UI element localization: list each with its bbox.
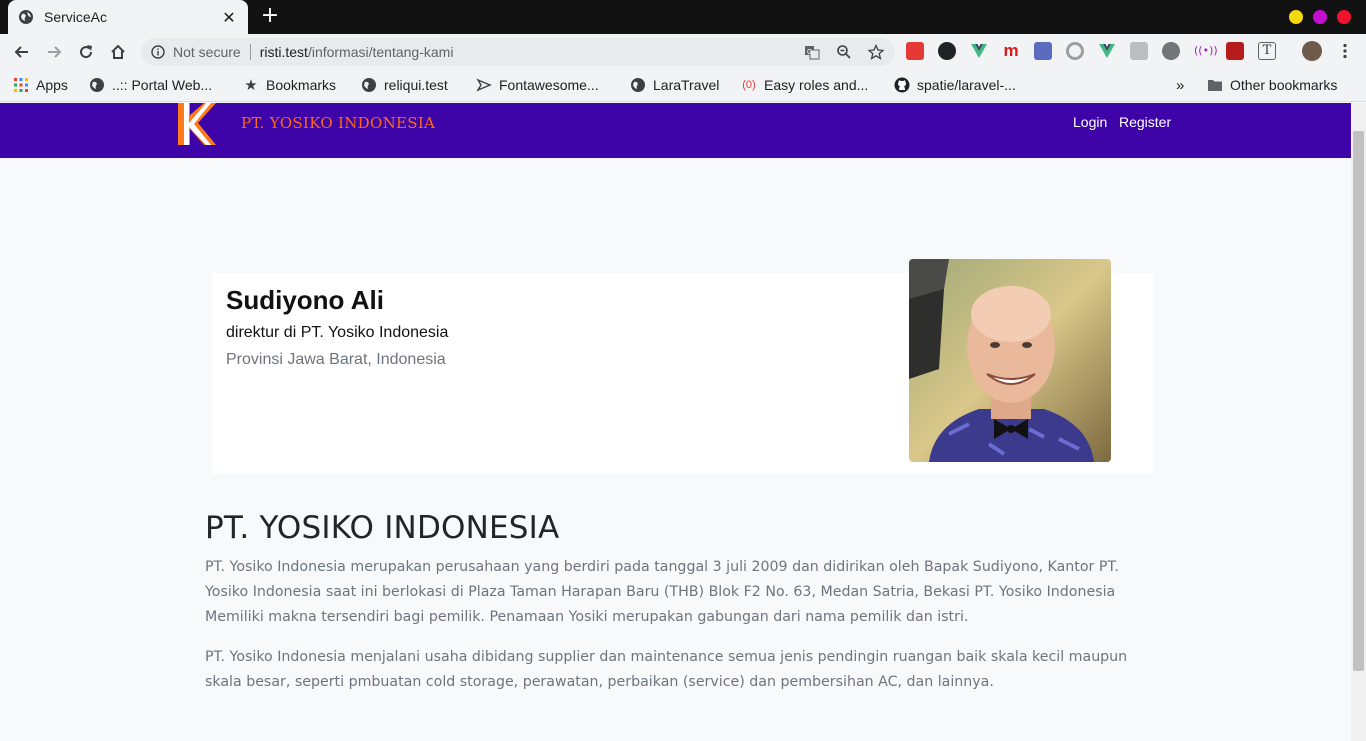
bookmark-spatie[interactable]: spatie/laravel-...	[894, 77, 1016, 93]
close-tab-icon[interactable]: ✕	[220, 8, 238, 27]
folder-icon	[1207, 77, 1223, 93]
divider	[249, 44, 251, 60]
translate-icon[interactable]: G	[803, 43, 821, 61]
profile-location: Provinsi Jawa Barat, Indonesia	[226, 351, 446, 368]
brand-name[interactable]: PT. YOSIKO INDONESIA	[241, 114, 435, 132]
star-icon: ★	[244, 77, 258, 94]
tab-title: ServiceAc	[44, 9, 108, 25]
globe-icon	[361, 77, 377, 93]
minimize-button[interactable]	[1289, 10, 1303, 24]
extension-icon[interactable]: ((•))	[1194, 42, 1218, 60]
arrow-right-icon	[48, 46, 62, 58]
about-paragraph: PT. Yosiko Indonesia merupakan perusahaa…	[205, 559, 1119, 625]
browser-toolbar: Not secure risti.test /informasi/tentang…	[0, 34, 1366, 70]
url-path: /informasi/tentang-kami	[307, 44, 454, 60]
github-icon	[894, 77, 910, 93]
scrollbar-thumb[interactable]	[1353, 131, 1364, 671]
menu-icon[interactable]	[1336, 42, 1354, 60]
profile-avatar[interactable]	[1302, 41, 1322, 61]
security-label: Not secure	[173, 44, 241, 60]
bookmark-label: Other bookmarks	[1230, 77, 1338, 93]
bookmark-fontawesome[interactable]: Fontawesome...	[476, 77, 599, 93]
address-bar[interactable]: Not secure risti.test /informasi/tentang…	[141, 38, 895, 66]
bookmark-other-bookmarks[interactable]: Other bookmarks	[1207, 77, 1337, 93]
zoom-icon[interactable]	[835, 43, 853, 61]
bookmark-label: Bookmarks	[266, 77, 337, 93]
download-icon[interactable]	[1162, 42, 1180, 60]
star-icon[interactable]	[867, 43, 885, 61]
register-link[interactable]: Register	[1119, 114, 1171, 130]
bookmark-label: LaraTravel	[653, 77, 720, 93]
home-icon	[111, 44, 125, 59]
bookmark-portal-web[interactable]: ..:: Portal Web...	[89, 77, 212, 93]
profile-role: direktur di PT. Yosiko Indonesia	[226, 324, 449, 341]
page-viewport: PT. YOSIKO INDONESIA Login Register Sudi…	[0, 103, 1351, 741]
bookmark-label: spatie/laravel-...	[917, 77, 1016, 93]
bookmark-label: Fontawesome...	[499, 77, 599, 93]
close-window-button[interactable]	[1337, 10, 1351, 24]
broadcast-icon: (0)	[742, 79, 756, 91]
reload-icon	[80, 45, 93, 59]
company-logo[interactable]	[176, 103, 216, 145]
reload-button[interactable]	[74, 40, 98, 64]
browser-tab-strip: ServiceAc ✕ +	[0, 0, 1366, 34]
vue-devtools-icon[interactable]	[970, 42, 988, 60]
svg-text:G: G	[807, 49, 812, 56]
extension-icon[interactable]	[1130, 42, 1148, 60]
page-scrollbar[interactable]	[1351, 103, 1366, 741]
extension-icon[interactable]	[1066, 42, 1084, 60]
bookmark-label: Apps	[36, 77, 68, 93]
profile-name: Sudiyono Ali	[226, 285, 384, 315]
bookmark-easy-roles[interactable]: (0) Easy roles and...	[741, 77, 868, 93]
bookmark-label: ..:: Portal Web...	[112, 77, 213, 93]
login-link[interactable]: Login	[1073, 114, 1107, 130]
home-button[interactable]	[106, 40, 130, 64]
back-button[interactable]	[10, 40, 34, 64]
ublock-icon[interactable]	[1226, 42, 1244, 60]
company-title: PT. YOSIKO INDONESIA	[205, 510, 560, 546]
bookmark-label: Easy roles and...	[764, 77, 869, 93]
extension-icon[interactable]: m	[1002, 42, 1020, 60]
bookmark-laratravel[interactable]: LaraTravel	[630, 77, 719, 93]
bookmarks-overflow-button[interactable]: »	[1176, 77, 1184, 94]
vue-devtools-icon[interactable]	[1098, 42, 1116, 60]
bookmark-apps[interactable]: Apps	[13, 77, 68, 93]
profile-photo	[909, 259, 1111, 462]
extension-icon[interactable]	[906, 42, 924, 60]
extension-icon[interactable]	[1034, 42, 1052, 60]
bookmark-bookmarks[interactable]: ★ Bookmarks	[243, 77, 337, 94]
url-host: risti.test	[259, 44, 308, 60]
forward-button[interactable]	[42, 40, 66, 64]
flag-icon	[476, 77, 492, 93]
browser-tab[interactable]: ServiceAc ✕	[8, 0, 248, 34]
overflow-label: »	[1176, 77, 1185, 94]
new-tab-button[interactable]: +	[259, 5, 281, 27]
bookmark-reliqui[interactable]: reliqui.test	[361, 77, 448, 93]
extension-icon[interactable]: T	[1258, 42, 1276, 60]
extension-icon[interactable]	[938, 42, 956, 60]
bookmark-label: reliqui.test	[384, 77, 448, 93]
bookmarks-bar: Apps ..:: Portal Web... ★ Bookmarks reli…	[0, 70, 1366, 102]
globe-icon	[630, 77, 646, 93]
globe-icon	[89, 77, 105, 93]
globe-icon	[19, 10, 33, 24]
maximize-button[interactable]	[1313, 10, 1327, 24]
about-paragraph: PT. Yosiko Indonesia menjalani usaha dib…	[205, 649, 1128, 690]
site-navbar: PT. YOSIKO INDONESIA Login Register	[0, 103, 1351, 158]
apps-grid-icon	[13, 77, 29, 93]
info-icon[interactable]	[151, 45, 165, 59]
arrow-left-icon	[14, 46, 28, 58]
